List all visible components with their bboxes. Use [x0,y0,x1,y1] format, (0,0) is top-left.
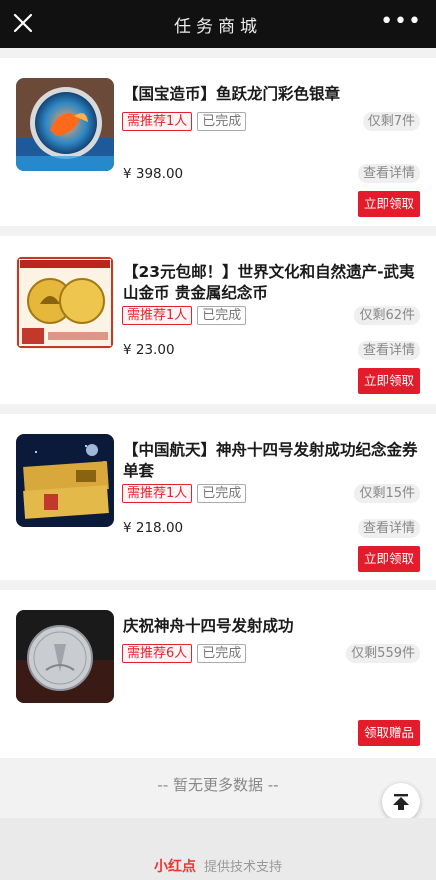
status-badge: 已完成 [197,644,247,663]
product-name[interactable]: 【国宝造币】鱼跃龙门彩色银章 [123,84,420,105]
view-details-button[interactable]: 查看详情 [357,164,420,183]
recommend-badge: 需推荐6人 [122,644,193,663]
product-name[interactable]: 庆祝神舟十四号发射成功 [123,616,420,637]
back-to-top-icon [393,794,409,810]
product-price: ¥ 398.00 [123,166,184,182]
claim-button[interactable]: 立即领取 [357,368,420,394]
product-name[interactable]: 【23元包邮！】世界文化和自然遗产-武夷山金币 贵金属纪念币 [123,262,420,304]
badge-group: 需推荐1人 已完成 [122,112,247,131]
stock-badge: 仅剩62件 [354,306,420,325]
footer: 小红点 提供技术支持 [0,818,436,880]
claim-gift-button[interactable]: 领取赠品 [357,720,420,746]
recommend-badge: 需推荐1人 [122,484,193,503]
product-price: ¥ 23.00 [123,342,175,358]
product-price: ¥ 218.00 [123,520,184,536]
badge-group: 需推荐1人 已完成 [122,306,247,325]
badge-group: 需推荐1人 已完成 [122,484,247,503]
more-icon[interactable]: ••• [380,11,422,33]
status-badge: 已完成 [197,112,247,131]
no-more-data-text: -- 暂无更多数据 -- [157,776,279,794]
recommend-badge: 需推荐1人 [122,112,193,131]
stock-badge: 仅剩15件 [354,484,420,503]
product-image-gold-coin[interactable] [16,256,114,349]
product-card: 【23元包邮！】世界文化和自然遗产-武夷山金币 贵金属纪念币 需推荐1人 已完成… [0,236,436,404]
product-image-silver-medal[interactable] [16,78,114,171]
product-card: 庆祝神舟十四号发射成功 需推荐6人 已完成 仅剩559件 领取赠品 [0,590,436,758]
badge-group: 需推荐6人 已完成 [122,644,247,663]
tech-support-credit: 小红点 提供技术支持 [0,856,436,876]
back-to-top-button[interactable] [382,783,420,821]
brand-logo: 小红点 [153,859,196,875]
view-details-button[interactable]: 查看详情 [357,519,420,538]
product-name[interactable]: 【中国航天】神舟十四号发射成功纪念金券单套 [123,440,420,482]
view-details-button[interactable]: 查看详情 [357,341,420,360]
claim-button[interactable]: 立即领取 [357,191,420,217]
recommend-badge: 需推荐1人 [122,306,193,325]
product-card: 【国宝造币】鱼跃龙门彩色银章 需推荐1人 已完成 仅剩7件 ¥ 398.00 查… [0,58,436,226]
stock-badge: 仅剩7件 [362,112,420,131]
stock-badge: 仅剩559件 [346,644,420,663]
product-card: 【中国航天】神舟十四号发射成功纪念金券单套 需推荐1人 已完成 仅剩15件 ¥ … [0,414,436,580]
tech-support-text: 提供技术支持 [203,860,282,875]
product-image-gold-note[interactable] [16,434,114,527]
top-bar: 任务商城 ••• [0,0,436,48]
product-list: 【国宝造币】鱼跃龙门彩色银章 需推荐1人 已完成 仅剩7件 ¥ 398.00 查… [0,48,436,758]
page-title: 任务商城 [174,17,262,37]
status-badge: 已完成 [197,484,247,503]
status-badge: 已完成 [197,306,247,325]
claim-button[interactable]: 立即领取 [357,546,420,572]
product-image-silver-coin[interactable] [16,610,114,703]
